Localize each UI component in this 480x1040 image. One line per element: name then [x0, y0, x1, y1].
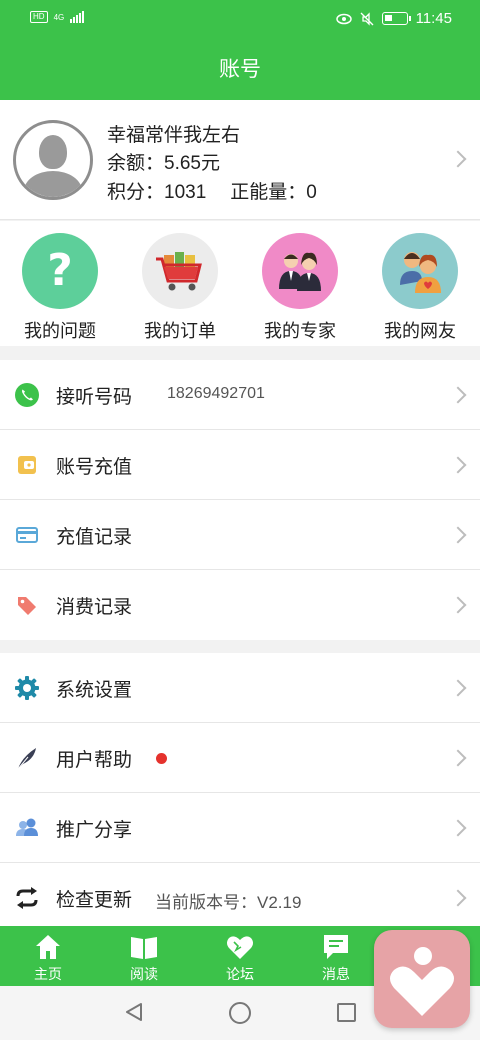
menu-group-account: 接听号码 18269492701 账号充值 充值记录 消费记录 — [0, 360, 480, 640]
menu-item-consumption-history[interactable]: 消费记录 — [0, 570, 480, 640]
tab-home[interactable]: 主页 — [0, 926, 96, 986]
phone-number-value: 18269492701 — [167, 385, 265, 402]
tab-label: 阅读 — [130, 966, 158, 982]
heart-person-icon — [390, 947, 454, 1016]
quick-link-label: 我的网友 — [384, 321, 456, 341]
eye-icon — [335, 13, 352, 24]
chevron-right-icon — [449, 526, 467, 544]
status-left: HD 4G — [30, 11, 85, 23]
chevron-right-icon — [449, 150, 467, 168]
back-icon[interactable] — [124, 1002, 144, 1022]
book-icon — [131, 937, 157, 959]
menu-item-help[interactable]: 用户帮助 — [0, 723, 480, 793]
menu-item-recharge-history[interactable]: 充值记录 — [0, 500, 480, 570]
forum-heart-icon — [227, 936, 253, 959]
tab-forum[interactable]: 论坛 — [192, 926, 288, 986]
menu-item-label: 推广分享 — [56, 820, 133, 841]
tab-label: 论坛 — [226, 966, 254, 982]
wallet-icon — [18, 456, 36, 474]
profile-energy: 正能量：0 — [230, 182, 317, 203]
recent-apps-icon[interactable] — [337, 1003, 356, 1022]
cart-icon — [142, 233, 218, 309]
gear-icon — [15, 676, 39, 700]
chevron-right-icon — [449, 596, 467, 614]
feather-icon — [17, 748, 36, 770]
home-icon — [36, 935, 60, 959]
avatar[interactable] — [13, 120, 93, 200]
menu-item-check-update[interactable]: 检查更新 当前版本号：V2.19 — [0, 863, 480, 933]
quick-links: ? 我的问题 我的订单 我的专家 我的网友 — [0, 221, 480, 346]
home-button-icon[interactable] — [229, 1002, 251, 1024]
menu-item-recharge[interactable]: 账号充值 — [0, 430, 480, 500]
quick-link-friends[interactable]: 我的网友 — [360, 233, 480, 343]
menu-item-label: 充值记录 — [56, 527, 133, 548]
friends-icon — [382, 233, 458, 309]
refresh-icon — [16, 887, 38, 909]
tab-reading[interactable]: 阅读 — [96, 926, 192, 986]
tab-label: 主页 — [34, 966, 62, 982]
menu-item-label: 检查更新 — [56, 890, 133, 911]
users-icon — [16, 818, 38, 836]
chevron-right-icon — [449, 749, 467, 767]
menu-item-settings[interactable]: 系统设置 — [0, 653, 480, 723]
quick-link-orders[interactable]: 我的订单 — [120, 233, 240, 343]
tag-icon — [18, 597, 36, 615]
profile-name: 幸福常伴我左右 — [107, 125, 241, 146]
experts-icon — [262, 233, 338, 309]
quick-link-questions[interactable]: ? 我的问题 — [0, 233, 120, 343]
tab-label: 消息 — [322, 966, 350, 982]
profile-points: 积分：1031 — [107, 182, 207, 203]
quick-link-label: 我的问题 — [24, 321, 96, 341]
chevron-right-icon — [449, 819, 467, 837]
version-text: 当前版本号：V2.19 — [155, 893, 302, 912]
menu-item-share[interactable]: 推广分享 — [0, 793, 480, 863]
profile-balance: 余额：5.65元 — [107, 153, 220, 174]
clock: 11:45 — [415, 10, 452, 27]
menu-item-label: 账号充值 — [56, 457, 133, 478]
mute-icon — [360, 11, 374, 26]
card-icon — [16, 527, 38, 543]
menu-item-label: 用户帮助 — [56, 750, 133, 771]
status-right: 11:45 — [335, 10, 452, 27]
menu-item-label: 系统设置 — [56, 680, 133, 701]
chevron-right-icon — [449, 889, 467, 907]
battery-icon — [381, 12, 411, 25]
question-icon: ? — [22, 233, 98, 309]
menu-item-label: 消费记录 — [56, 597, 133, 618]
notification-dot — [156, 753, 167, 764]
tab-messages[interactable]: 消息 — [288, 926, 384, 986]
page-title: 账号 — [0, 40, 480, 100]
phone-icon — [15, 383, 39, 407]
network-label: 4G — [53, 12, 65, 22]
chevron-right-icon — [449, 386, 467, 404]
svg-text:?: ? — [47, 245, 73, 296]
menu-item-phone-number[interactable]: 接听号码 18269492701 — [0, 360, 480, 430]
quick-link-experts[interactable]: 我的专家 — [240, 233, 360, 343]
chevron-right-icon — [449, 456, 467, 474]
quick-link-label: 我的订单 — [144, 321, 216, 341]
menu-group-system: 系统设置 用户帮助 推广分享 检查更新 当前版本号：V2.19 — [0, 653, 480, 933]
hd-badge: HD — [30, 11, 48, 23]
signal-icon — [70, 11, 85, 23]
message-icon — [324, 935, 348, 959]
floating-heart-button[interactable] — [374, 930, 470, 1028]
chevron-right-icon — [449, 679, 467, 697]
profile-stats: 积分：1031 正能量：0 — [107, 177, 317, 204]
quick-link-label: 我的专家 — [264, 321, 336, 341]
profile-card[interactable]: 幸福常伴我左右 余额：5.65元 积分：1031 正能量：0 — [0, 100, 480, 220]
menu-item-label: 接听号码 — [56, 387, 133, 408]
status-bar: HD 4G 11:45 — [0, 0, 480, 40]
